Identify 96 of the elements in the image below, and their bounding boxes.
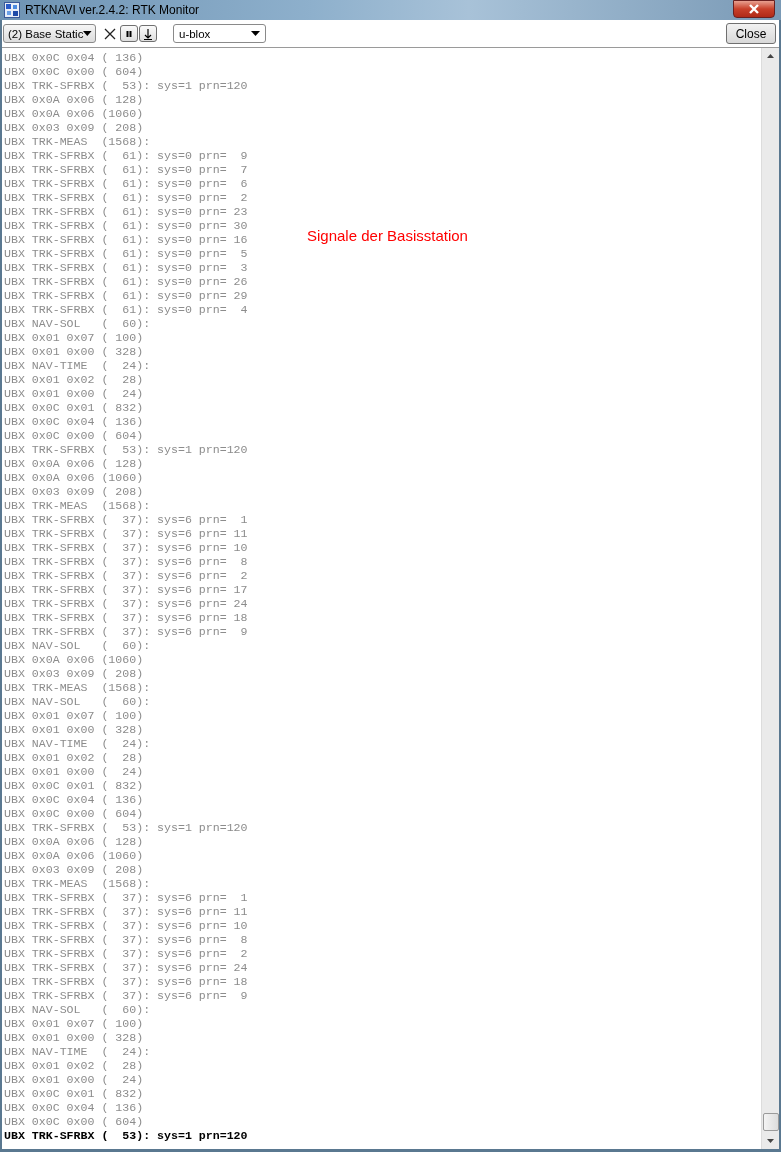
log-line: UBX NAV-TIME ( 24):	[4, 737, 151, 751]
log-line: UBX TRK-SFRBX ( 37): sys=6 prn= 24	[4, 961, 248, 975]
log-line: UBX 0x0C 0x04 ( 136)	[4, 51, 144, 65]
log-line: UBX TRK-SFRBX ( 61): sys=0 prn= 5	[4, 247, 248, 261]
log-line: UBX 0x01 0x07 ( 100)	[4, 331, 144, 345]
pause-icon	[125, 29, 133, 38]
log-line: UBX TRK-SFRBX ( 37): sys=6 prn= 17	[4, 583, 248, 597]
clear-icon[interactable]	[104, 27, 116, 40]
arrow-down-icon	[143, 27, 153, 40]
log-line: UBX TRK-SFRBX ( 61): sys=0 prn= 30	[4, 219, 248, 233]
log-line: UBX 0x0C 0x00 ( 604)	[4, 429, 144, 443]
scroll-down-icon[interactable]	[767, 1139, 774, 1143]
log-line: UBX TRK-SFRBX ( 61): sys=0 prn= 29	[4, 289, 248, 303]
log-line: UBX 0x0C 0x04 ( 136)	[4, 1101, 144, 1115]
log-line: UBX 0x0A 0x06 ( 128)	[4, 457, 144, 471]
log-line: UBX NAV-SOL ( 60):	[4, 639, 151, 653]
log-line: UBX TRK-SFRBX ( 37): sys=6 prn= 18	[4, 611, 248, 625]
format-dropdown[interactable]: u-blox	[173, 24, 266, 43]
log-line: UBX TRK-SFRBX ( 61): sys=0 prn= 23	[4, 205, 248, 219]
log-line: UBX TRK-SFRBX ( 37): sys=6 prn= 24	[4, 597, 248, 611]
log-line: UBX 0x0C 0x01 ( 832)	[4, 401, 144, 415]
annotation-text: Signale der Basisstation	[307, 227, 468, 244]
log-line: UBX TRK-SFRBX ( 61): sys=0 prn= 4	[4, 303, 248, 317]
scrollbar[interactable]	[761, 48, 779, 1149]
log-line: UBX TRK-SFRBX ( 37): sys=6 prn= 8	[4, 555, 248, 569]
log-line: UBX TRK-SFRBX ( 37): sys=6 prn= 11	[4, 905, 248, 919]
log-line: UBX TRK-SFRBX ( 37): sys=6 prn= 8	[4, 933, 248, 947]
log-line: UBX TRK-SFRBX ( 61): sys=0 prn= 2	[4, 191, 248, 205]
log-line: UBX TRK-SFRBX ( 53): sys=1 prn=120	[4, 443, 248, 457]
log-line: UBX 0x0A 0x06 (1060)	[4, 471, 144, 485]
log-line: UBX NAV-SOL ( 60):	[4, 695, 151, 709]
caret-icon	[251, 31, 260, 36]
log-line: UBX NAV-TIME ( 24):	[4, 1045, 151, 1059]
log-line: UBX TRK-SFRBX ( 61): sys=0 prn= 26	[4, 275, 248, 289]
log-line: UBX 0x0A 0x06 (1060)	[4, 849, 144, 863]
log-line: UBX 0x0A 0x06 ( 128)	[4, 93, 144, 107]
log-line: UBX TRK-SFRBX ( 61): sys=0 prn= 6	[4, 177, 248, 191]
scroll-up-icon[interactable]	[767, 54, 774, 58]
log-line: UBX 0x01 0x00 ( 328)	[4, 723, 144, 737]
log-line: UBX 0x0C 0x04 ( 136)	[4, 793, 144, 807]
log-line: UBX TRK-SFRBX ( 61): sys=0 prn= 9	[4, 149, 248, 163]
log-line: UBX TRK-SFRBX ( 37): sys=6 prn= 9	[4, 625, 248, 639]
close-button[interactable]: Close	[726, 23, 776, 44]
scroll-thumb[interactable]	[762, 1113, 779, 1131]
log-line: UBX 0x01 0x07 ( 100)	[4, 709, 144, 723]
log-line: UBX 0x0A 0x06 ( 128)	[4, 835, 144, 849]
log-line: UBX 0x0C 0x00 ( 604)	[4, 1115, 144, 1129]
log-line: UBX TRK-SFRBX ( 37): sys=6 prn= 1	[4, 891, 248, 905]
log-line: UBX 0x0C 0x00 ( 604)	[4, 807, 144, 821]
log-line: UBX 0x03 0x09 ( 208)	[4, 121, 144, 135]
log-line: UBX TRK-SFRBX ( 37): sys=6 prn= 2	[4, 947, 248, 961]
window-title: RTKNAVI ver.2.4.2: RTK Monitor	[25, 3, 201, 17]
log-line: UBX TRK-MEAS (1568):	[4, 135, 151, 149]
log-line: UBX 0x0C 0x01 ( 832)	[4, 1087, 144, 1101]
log-line: UBX TRK-MEAS (1568):	[4, 681, 151, 695]
log-line: UBX NAV-TIME ( 24):	[4, 359, 151, 373]
log-line: UBX TRK-MEAS (1568):	[4, 877, 151, 891]
log-line: UBX 0x01 0x00 ( 24)	[4, 765, 144, 779]
log-line: UBX 0x01 0x00 ( 24)	[4, 1073, 144, 1087]
log-line: UBX TRK-SFRBX ( 37): sys=6 prn= 9	[4, 989, 248, 1003]
log-line: UBX 0x03 0x09 ( 208)	[4, 863, 144, 877]
log-line: UBX TRK-SFRBX ( 37): sys=6 prn= 10	[4, 541, 248, 555]
app-icon	[4, 2, 20, 18]
log-line: UBX TRK-SFRBX ( 53): sys=1 prn=120	[4, 1129, 248, 1143]
log-line: UBX TRK-SFRBX ( 61): sys=0 prn= 7	[4, 163, 248, 177]
log-line: UBX 0x01 0x02 ( 28)	[4, 373, 144, 387]
log-line: UBX 0x0A 0x06 (1060)	[4, 107, 144, 121]
log-line: UBX 0x0C 0x00 ( 604)	[4, 65, 144, 79]
log-line: UBX TRK-SFRBX ( 37): sys=6 prn= 10	[4, 919, 248, 933]
log-line: UBX 0x03 0x09 ( 208)	[4, 667, 144, 681]
log-line: UBX TRK-SFRBX ( 37): sys=6 prn= 18	[4, 975, 248, 989]
log-line: UBX TRK-SFRBX ( 37): sys=6 prn= 2	[4, 569, 248, 583]
close-icon[interactable]	[733, 0, 775, 18]
log-line: UBX NAV-SOL ( 60):	[4, 317, 151, 331]
log-line: UBX TRK-SFRBX ( 61): sys=0 prn= 16	[4, 233, 248, 247]
log-line: UBX 0x01 0x02 ( 28)	[4, 1059, 144, 1073]
log-line: UBX 0x01 0x02 ( 28)	[4, 751, 144, 765]
log-line: UBX 0x03 0x09 ( 208)	[4, 485, 144, 499]
stream-dropdown[interactable]: (2) Base Static	[3, 24, 96, 43]
log-line: UBX TRK-SFRBX ( 53): sys=1 prn=120	[4, 821, 248, 835]
log-line: UBX 0x0C 0x04 ( 136)	[4, 415, 144, 429]
log-line: UBX 0x01 0x00 ( 24)	[4, 387, 144, 401]
log-line: UBX TRK-SFRBX ( 53): sys=1 prn=120	[4, 79, 248, 93]
pause-button[interactable]	[120, 25, 138, 42]
scroll-down-button[interactable]	[139, 25, 157, 42]
log-line: UBX 0x01 0x00 ( 328)	[4, 345, 144, 359]
log-line: UBX TRK-SFRBX ( 37): sys=6 prn= 1	[4, 513, 248, 527]
log-line: UBX 0x01 0x07 ( 100)	[4, 1017, 144, 1031]
log-line: UBX 0x01 0x00 ( 328)	[4, 1031, 144, 1045]
log-line: UBX TRK-MEAS (1568):	[4, 499, 151, 513]
log-line: UBX NAV-SOL ( 60):	[4, 1003, 151, 1017]
log-line: UBX TRK-SFRBX ( 61): sys=0 prn= 3	[4, 261, 248, 275]
log-line: UBX 0x0A 0x06 (1060)	[4, 653, 144, 667]
caret-icon	[83, 31, 92, 36]
log-line: UBX TRK-SFRBX ( 37): sys=6 prn= 11	[4, 527, 248, 541]
log-line: UBX 0x0C 0x01 ( 832)	[4, 779, 144, 793]
